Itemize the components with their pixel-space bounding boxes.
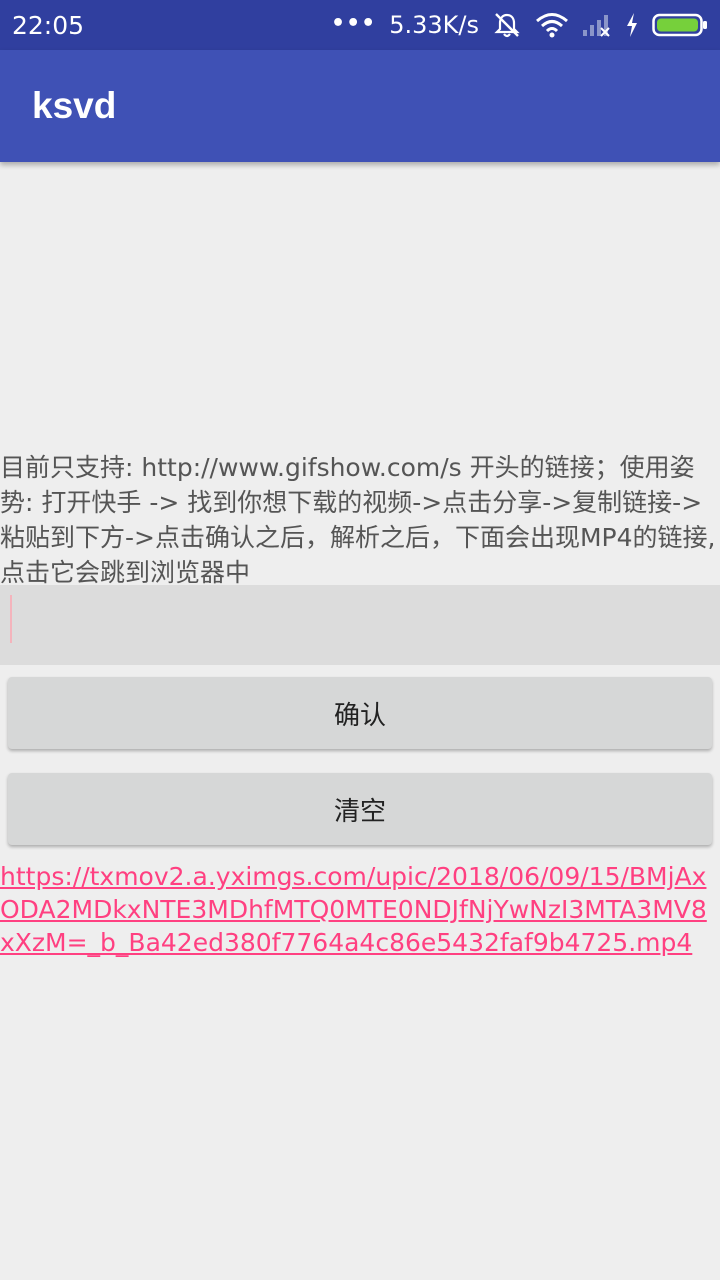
mp4-result-link[interactable]: https://txmov2.a.yximgs.com/upic/2018/06… [0,860,720,959]
status-time: 22:05 [12,10,85,40]
link-input-container [0,585,720,665]
status-bar: 22:05 ••• 5.33K/s [0,0,720,50]
alarm-off-icon [492,10,522,40]
signal-icon [582,12,612,38]
instructions-text: 目前只支持: http://www.gifshow.com/s 开头的链接；使用… [0,453,716,587]
status-icons: ••• 5.33K/s [331,10,708,40]
clear-button[interactable]: 清空 [8,773,712,845]
charging-icon [625,12,639,38]
link-input[interactable] [0,585,720,665]
battery-icon [652,12,708,38]
wifi-icon [535,11,569,39]
app-title: ksvd [32,85,117,126]
confirm-button[interactable]: 确认 [8,677,712,749]
app-bar: ksvd [0,50,720,162]
more-notifications-icon: ••• [331,10,377,36]
network-speed: 5.33K/s [389,11,479,39]
